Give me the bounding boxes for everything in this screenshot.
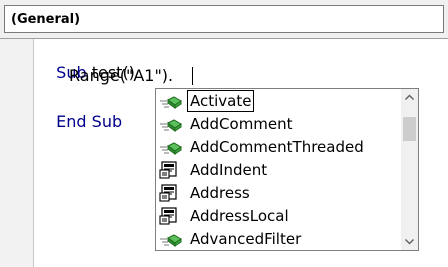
method-icon [159,92,183,110]
chevron-down-icon [405,239,414,245]
procedure-combobox[interactable]: (General) [4,5,444,33]
scroll-up-button[interactable] [401,89,418,106]
autocomplete-item[interactable]: Activate [157,90,401,113]
method-icon [159,138,183,156]
autocomplete-item[interactable]: AddIndent [157,159,401,182]
procedure-combobox-value: (General) [11,12,81,27]
autocomplete-item[interactable]: AddCommentThreaded [157,136,401,159]
text-caret [192,67,193,85]
autocomplete-item-label: AdvancedFilter [190,230,302,248]
autocomplete-item-label: AddIndent [190,161,268,179]
method-icon [159,115,183,133]
autocomplete-item[interactable]: AddressLocal [157,205,401,228]
autocomplete-item[interactable]: AddComment [157,113,401,136]
chevron-up-icon [405,94,414,100]
autocomplete-item-label: AddCommentThreaded [190,138,364,156]
autocomplete-item[interactable]: Address [157,182,401,205]
header-divider [0,38,448,39]
scrollbar-thumb[interactable] [403,117,416,141]
method-icon [159,230,183,248]
code-line-2[interactable]: Range("A1"). [69,66,173,86]
code-window-header: (General) [0,0,448,38]
scroll-down-button[interactable] [401,233,418,250]
code-margin[interactable] [0,39,34,267]
autocomplete-item[interactable]: AdvancedFilter [157,228,401,251]
autocomplete-item-label: AddComment [190,115,293,133]
autocomplete-item-label: AddressLocal [190,207,289,225]
keyword-end-sub: End Sub [56,112,123,131]
vertical-scrollbar[interactable] [401,89,418,250]
code-line-3[interactable]: End Sub [46,92,122,132]
autocomplete-list[interactable]: Activate AddComment AddCommentThreaded AddI… [155,88,419,251]
property-icon [159,161,183,179]
property-icon [159,184,183,202]
property-icon [159,207,183,225]
autocomplete-item-label: Address [190,184,250,202]
autocomplete-item-label: Activate [186,90,255,112]
